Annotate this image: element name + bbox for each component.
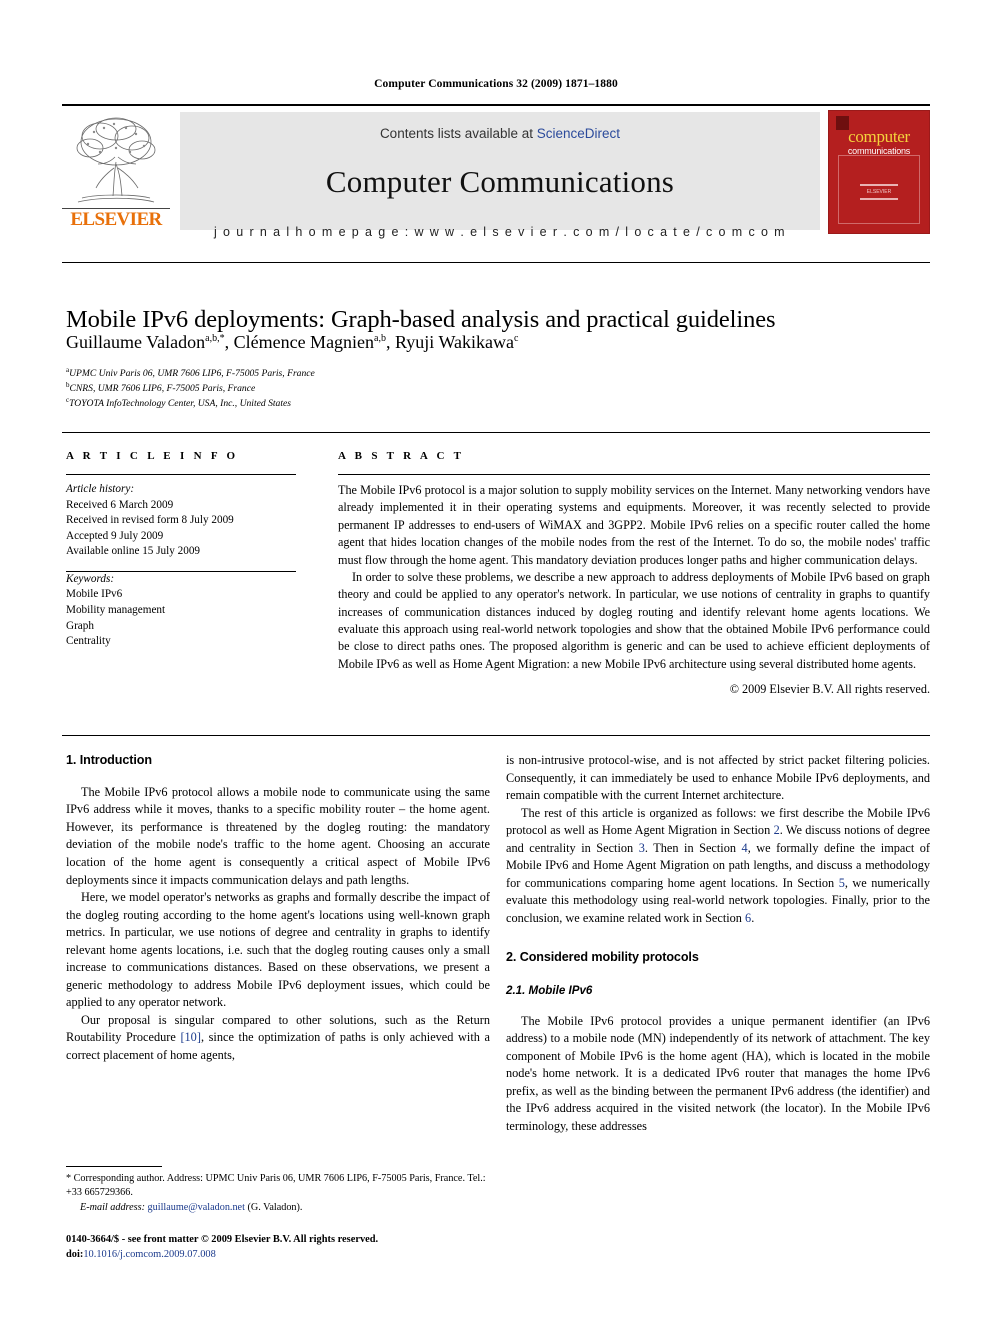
author-3: , Ryuji Wakikawa (386, 332, 514, 352)
author-1: Guillaume Valadon (66, 332, 206, 352)
email-label: E-mail address: (80, 1201, 145, 1213)
body-paragraph: is non-intrusive protocol-wise, and is n… (506, 753, 930, 803)
history-item: Received in revised form 8 July 2009 (66, 514, 234, 527)
info-band-bottom-divider (62, 735, 930, 736)
citation-reference-10[interactable]: [10] (180, 1030, 201, 1044)
section-heading-2-considered-mobility-protocols: 2. Considered mobility protocols (506, 950, 699, 965)
history-item: Available online 15 July 2009 (66, 545, 201, 558)
contents-available-line: Contents lists available at ScienceDirec… (180, 126, 820, 141)
article-history-block: Article history: Received 6 March 2009 R… (66, 482, 296, 560)
abstract-heading: A B S T R A C T (338, 450, 465, 462)
title-divider (62, 262, 930, 263)
author-2-affil-marks: a,b (374, 333, 386, 344)
keyword-item: Graph (66, 619, 94, 632)
footnote-block: * Corresponding author. Address: UPMC Un… (66, 1172, 490, 1215)
affiliation-text: UPMC Univ Paris 06, UMR 7606 LIP6, F-750… (69, 368, 315, 380)
email-owner: (G. Valadon). (244, 1201, 303, 1213)
corresponding-author-note: * Corresponding author. Address: UPMC Un… (66, 1172, 490, 1201)
cover-badge-text: ELSEVIER (866, 189, 892, 195)
info-band-top-divider (62, 432, 930, 433)
footnote-divider (66, 1166, 162, 1167)
body-column-left: 1. Introduction The Mobile IPv6 protocol… (66, 752, 490, 1064)
affiliation-item: aUPMC Univ Paris 06, UMR 7606 LIP6, F-75… (66, 366, 946, 381)
keywords-label: Keywords: (66, 572, 115, 585)
cover-badge-line-top (860, 184, 898, 186)
abstract-divider (338, 474, 930, 475)
issn-copyright-line: 0140-3664/$ - see front matter © 2009 El… (66, 1234, 379, 1245)
article-history-label: Article history: (66, 483, 135, 495)
affiliation-list: aUPMC Univ Paris 06, UMR 7606 LIP6, F-75… (66, 366, 946, 410)
abstract-body: The Mobile IPv6 protocol is a major solu… (338, 482, 930, 673)
body-paragraph: Our proposal is singular compared to oth… (66, 1012, 490, 1065)
history-item: Received 6 March 2009 (66, 498, 174, 511)
elsevier-tree-icon (76, 117, 156, 203)
keyword-item: Centrality (66, 635, 111, 648)
author-3-affil-marks: c (513, 333, 519, 344)
doi-value[interactable]: 10.1016/j.comcom.2009.07.008 (83, 1249, 215, 1260)
body-paragraph: The Mobile IPv6 protocol provides a uniq… (506, 1013, 930, 1133)
body-column-right: is non-intrusive protocol-wise, and is n… (506, 752, 930, 1135)
body-text-fragment: . (751, 910, 755, 925)
body-text-fragment: . Then in Section (644, 840, 742, 855)
affiliation-item: bCNRS, UMR 7606 LIP6, F-75005 Paris, Fra… (66, 381, 946, 396)
keyword-item: Mobility management (66, 603, 166, 616)
elsevier-logo: ELSEVIER (62, 112, 170, 230)
affiliation-item: cTOYOTA InfoTechnology Center, USA, Inc.… (66, 396, 946, 411)
body-paragraph: The Mobile IPv6 protocol allows a mobile… (66, 784, 490, 887)
running-head: Computer Communications 32 (2009) 1871–1… (374, 78, 618, 90)
page-title: Mobile IPv6 deployments: Graph-based ana… (66, 306, 776, 334)
body-paragraph: The rest of this article is organized as… (506, 805, 930, 928)
keywords-block: Keywords: Mobile IPv6 Mobility managemen… (66, 572, 296, 650)
keyword-item: Mobile IPv6 (66, 588, 123, 601)
author-list: Guillaume Valadona,b,*, Clémence Magnien… (66, 332, 946, 353)
cover-elsevier-badge: ELSEVIER (854, 181, 904, 203)
sciencedirect-link[interactable]: ScienceDirect (537, 126, 620, 141)
page-footer: 0140-3664/$ - see front matter © 2009 El… (66, 1233, 566, 1263)
journal-cover-thumbnail: computer communications ELSEVIER (828, 110, 930, 234)
email-link[interactable]: guillaume@valadon.net (148, 1202, 245, 1213)
contents-prefix: Contents lists available at (379, 126, 537, 141)
body-paragraph: Here, we model operator's networks as gr… (66, 890, 490, 1010)
article-info-divider (66, 474, 296, 475)
email-note: E-mail address: guillaume@valadon.net (G… (66, 1201, 490, 1215)
article-info-column: A R T I C L E I N F O Article history: R… (66, 450, 296, 650)
article-info-heading: A R T I C L E I N F O (66, 450, 239, 462)
section-heading-1-introduction: 1. Introduction (66, 753, 152, 767)
history-item: Accepted 9 July 2009 (66, 529, 164, 542)
journal-masthead: ELSEVIER Contents lists available at Sci… (62, 104, 930, 239)
author-2: , Clémence Magnien (224, 332, 375, 352)
subsection-heading-2-1-mobile-ipv6: 2.1. Mobile IPv6 (506, 984, 593, 998)
author-1-affil-marks: a,b,* (205, 333, 225, 344)
affiliation-text: CNRS, UMR 7606 LIP6, F-75005 Paris, Fran… (69, 382, 256, 394)
abstract-copyright: © 2009 Elsevier B.V. All rights reserved… (729, 682, 930, 697)
journal-homepage-line: j o u r n a l h o m e p a g e : w w w . … (214, 225, 786, 239)
journal-article-page: Computer Communications 32 (2009) 1871–1… (0, 0, 992, 1323)
abstract-paragraph: The Mobile IPv6 protocol is a major solu… (338, 483, 930, 567)
doi-label: doi: (66, 1248, 84, 1260)
doi-line: doi:10.1016/j.comcom.2009.07.008 (66, 1248, 566, 1263)
corresponding-author-text: Corresponding author. Address: UPMC Univ… (66, 1173, 486, 1199)
abstract-column: A B S T R A C T The Mobile IPv6 protocol… (338, 450, 930, 697)
elsevier-wordmark: ELSEVIER (62, 208, 170, 230)
cover-title-line1: computer (848, 127, 910, 146)
cover-badge-line-bottom (860, 198, 898, 200)
affiliation-text: TOYOTA InfoTechnology Center, USA, Inc.,… (69, 397, 292, 409)
abstract-paragraph: In order to solve these problems, we des… (338, 569, 930, 671)
journal-title: Computer Communications (325, 164, 675, 199)
masthead-banner: Contents lists available at ScienceDirec… (180, 112, 820, 239)
